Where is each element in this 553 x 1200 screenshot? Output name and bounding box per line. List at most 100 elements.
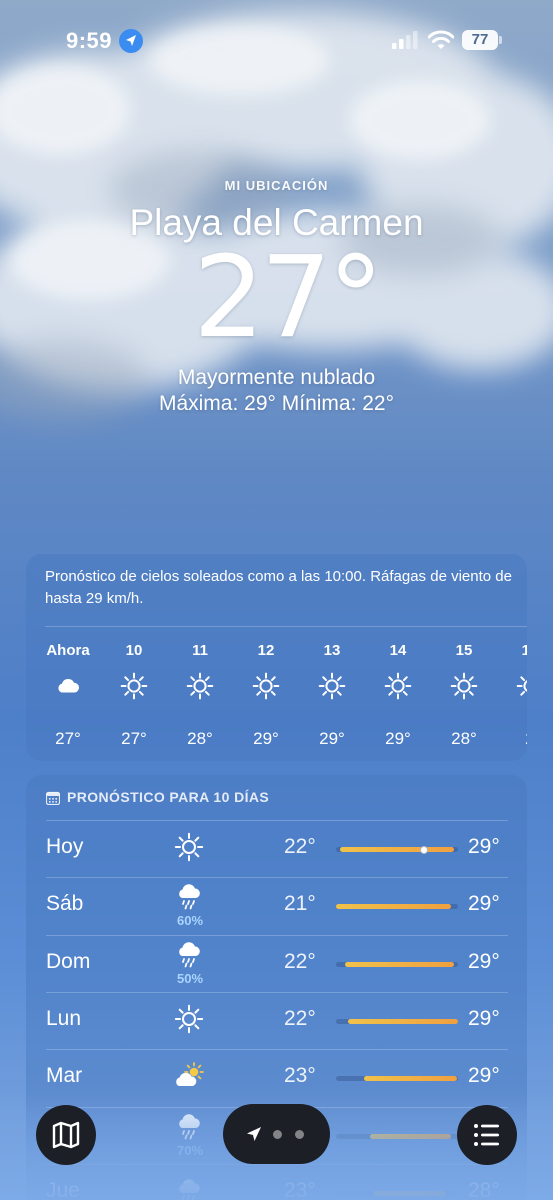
temperature-range-fill <box>339 847 455 852</box>
row-divider <box>46 991 508 993</box>
page-dot-1[interactable] <box>273 1130 282 1139</box>
high-temperature: 29° <box>468 1006 500 1030</box>
sun-icon <box>252 672 280 700</box>
sun-icon <box>516 672 527 700</box>
day-name: Mar <box>46 1064 83 1088</box>
hourly-forecast-card[interactable]: Pronóstico de cielos soleados como a las… <box>26 554 527 761</box>
cloud-rain-icon <box>174 1176 204 1200</box>
temperature-range-fill <box>372 1190 446 1196</box>
hour-label: 15 <box>455 642 473 659</box>
day-row[interactable]: Sáb 60% 21° 29° <box>26 877 527 934</box>
day-name: Hoy <box>46 835 84 858</box>
row-divider <box>46 934 508 936</box>
high-temperature: 29° <box>468 892 500 916</box>
temperature-range-fill <box>348 1018 458 1024</box>
high-low-temperature: Máxima: 29° Mínima: 22° <box>158 392 395 415</box>
sun-icon <box>186 672 214 700</box>
current-temperature: 27° <box>193 233 384 363</box>
ten-day-title: PRONÓSTICO PARA 10 DÍAS <box>67 789 270 805</box>
high-temperature: 29° <box>468 835 500 858</box>
list-icon <box>474 1124 499 1146</box>
status-bar: 9:59 77 <box>0 0 553 80</box>
battery-indicator: 77 <box>462 30 498 50</box>
sun-icon <box>120 672 148 700</box>
wifi-icon <box>428 30 454 49</box>
page-indicator[interactable] <box>223 1104 330 1164</box>
temperature-range-bar <box>336 1018 458 1024</box>
calendar-icon <box>46 791 60 805</box>
day-name: Lun <box>46 1006 82 1030</box>
temperature-range-fill <box>364 1076 457 1082</box>
temperature-range-fill <box>344 961 455 967</box>
day-name: Jue <box>46 1178 80 1200</box>
low-temperature: 22° <box>284 835 316 858</box>
temperature-range-bar <box>336 1076 458 1082</box>
high-temperature: 28° <box>468 1178 500 1200</box>
hour-label: 14 <box>389 642 407 659</box>
high-temperature: 29° <box>468 1064 500 1088</box>
day-row[interactable]: Hoy 22° 29° <box>26 820 527 877</box>
low-temperature: 22° <box>284 949 316 973</box>
sun-icon <box>450 672 478 700</box>
hour-temperature: 29° <box>385 729 411 748</box>
temperature-range-bar <box>336 1133 458 1139</box>
location-services-icon <box>119 29 143 53</box>
temperature-range-bar <box>336 904 458 910</box>
hour-temperature: 29° <box>319 729 345 748</box>
cellular-signal-icon <box>392 31 418 49</box>
hour-temperature: 28° <box>451 729 477 748</box>
cloud-rain-icon <box>174 1111 204 1141</box>
day-name: Dom <box>46 949 91 973</box>
cloud-rain-icon <box>174 939 204 969</box>
temperature-range-fill <box>370 1133 451 1139</box>
day-row[interactable]: Mar 23° 29° <box>26 1049 527 1106</box>
page-dot-2[interactable] <box>295 1130 304 1139</box>
hour-label: 13 <box>323 642 341 659</box>
day-row[interactable]: Lun 22° 29° <box>26 991 527 1049</box>
sun-icon <box>174 1004 204 1034</box>
sun-icon <box>174 832 204 862</box>
current-temperature-marker <box>419 845 428 854</box>
map-icon <box>52 1121 80 1149</box>
battery-tip <box>499 36 502 44</box>
location-arrow-icon[interactable] <box>243 1123 265 1145</box>
status-time: 9:59 <box>66 28 113 53</box>
sun-icon <box>384 672 412 700</box>
cloud-icon <box>54 672 82 700</box>
sun-icon <box>318 672 346 700</box>
hour-label: 11 <box>192 642 208 659</box>
low-temperature: 22° <box>284 1006 316 1030</box>
city-list-button[interactable] <box>457 1105 517 1165</box>
forecast-summary: Pronóstico de cielos soleados como a las… <box>45 568 512 607</box>
temperature-range-bar <box>336 845 458 854</box>
temperature-range-bar <box>336 961 458 967</box>
current-weather-header: MI UBICACIÓN Playa del Carmen 27° Mayorm… <box>0 178 553 416</box>
weather-condition: Mayormente nublado <box>177 366 376 389</box>
hour-temperature: 2 <box>502 729 527 749</box>
day-row[interactable]: Jue 23° 28° <box>26 1163 527 1200</box>
hour-label: Ahora <box>46 642 90 659</box>
hourly-row[interactable]: Ahora 27° 10 27° 11 28° 12 29° 13 29° 14 29° 15 28° 16… <box>26 642 527 752</box>
row-divider <box>46 820 508 821</box>
temperature-range-fill <box>336 904 451 910</box>
hour-label: 10 <box>125 642 143 659</box>
hour-temperature: 28° <box>187 729 213 748</box>
hour-label: 16 <box>521 642 527 659</box>
location-label: MI UBICACIÓN <box>224 178 329 193</box>
map-button[interactable] <box>36 1105 96 1165</box>
day-name: Sáb <box>46 892 84 916</box>
precipitation-chance: 50% <box>176 970 204 986</box>
row-divider <box>46 877 508 879</box>
hour-label: 12 <box>257 642 275 659</box>
hourly-divider <box>45 626 527 627</box>
low-temperature: 23° <box>284 1064 316 1088</box>
precipitation-chance: 60% <box>176 913 204 929</box>
hour-temperature: 29° <box>253 729 279 748</box>
low-temperature: 21° <box>284 892 316 916</box>
temperature-range-bar <box>336 1190 458 1196</box>
partly-sunny-icon <box>174 1061 204 1091</box>
day-row[interactable]: Dom 50% 22° 29° <box>26 934 527 992</box>
hour-temperature: 27° <box>121 729 147 748</box>
precipitation-chance: 70% <box>176 1142 204 1158</box>
low-temperature: 23° <box>284 1178 316 1200</box>
